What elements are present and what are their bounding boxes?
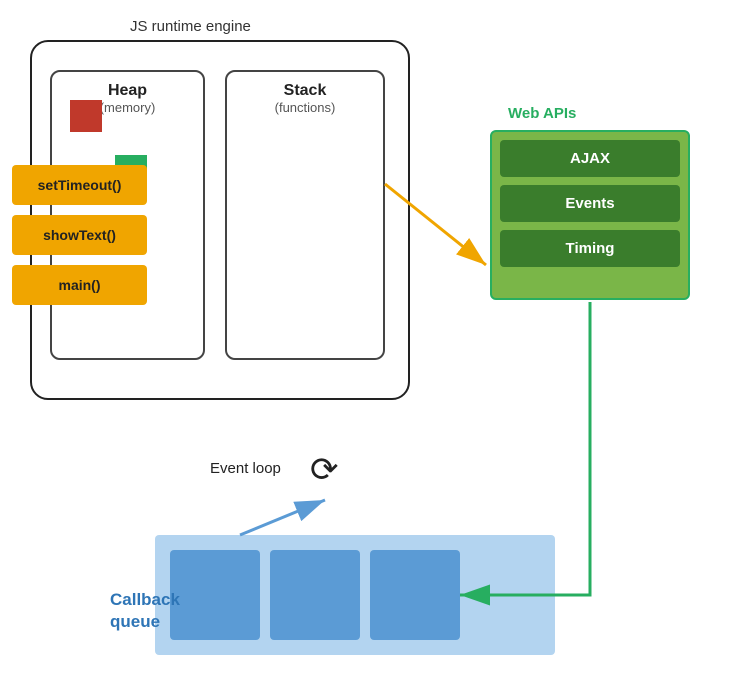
stack-title: Stack xyxy=(227,82,383,100)
web-apis-box: AJAX Events Timing xyxy=(490,130,690,300)
event-loop-label: Event loop xyxy=(210,460,281,477)
web-api-timing: Timing xyxy=(500,230,680,267)
stack-item-showtext: showText() xyxy=(12,215,147,255)
heap-title: Heap xyxy=(52,82,203,100)
heap-square-orange xyxy=(70,100,102,132)
web-api-ajax: AJAX xyxy=(500,140,680,177)
web-apis-label: Web APIs xyxy=(508,105,576,122)
stack-item-main: main() xyxy=(12,265,147,305)
callback-label: Callback xyxy=(110,590,180,610)
callback-queue-item-1 xyxy=(170,550,260,640)
diagram: JS runtime engine Heap (memory) Stack (f… xyxy=(0,0,734,689)
event-loop-icon: ⟳ xyxy=(310,453,350,493)
stack-item-settimeout: setTimeout() xyxy=(12,165,147,205)
callback-queue-item-2 xyxy=(270,550,360,640)
stack-subtitle: (functions) xyxy=(227,100,383,115)
stack-box: Stack (functions) xyxy=(225,70,385,360)
callback-queue-word: queue xyxy=(110,612,160,632)
js-runtime-label: JS runtime engine xyxy=(130,18,251,35)
web-api-events: Events xyxy=(500,185,680,222)
callback-queue-box xyxy=(155,535,555,655)
callback-queue-item-3 xyxy=(370,550,460,640)
